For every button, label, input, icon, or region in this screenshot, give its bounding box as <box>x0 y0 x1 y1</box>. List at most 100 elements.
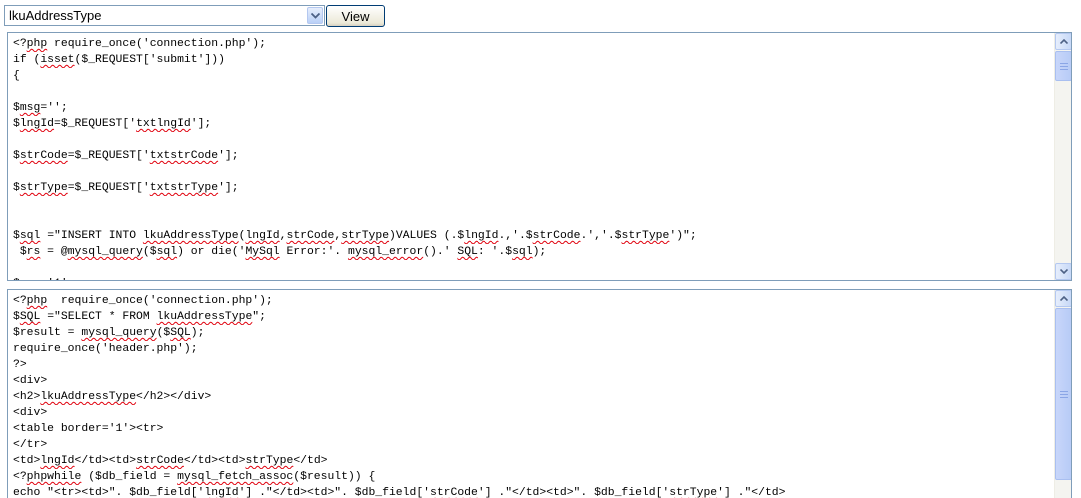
code-token: $ <box>13 118 20 130</box>
select-code-textarea[interactable]: <?php require_once('connection.php'); $SQ… <box>7 289 1072 498</box>
code-token: require_once('header.php'); <box>13 343 198 355</box>
code-line: ?> <box>13 357 1051 373</box>
misspelled-token: isset <box>40 54 75 66</box>
code-token: =$_REQUEST[' <box>67 150 150 162</box>
misspelled-token: strCode <box>19 150 68 162</box>
code-token: <? <box>13 295 27 307</box>
code-token: ']; <box>218 182 239 194</box>
view-button[interactable]: View <box>326 5 385 27</box>
scroll-down-button[interactable] <box>1055 263 1071 280</box>
code-line: <h2>lkuAddressType</h2></div> <box>13 389 1051 405</box>
code-line: $strCode=$_REQUEST['txtstrCode']; <box>13 148 1051 164</box>
misspelled-token: phpwhile <box>26 471 82 483</box>
code-token: echo "<tr><td>". $db_field[' <box>13 487 205 498</box>
code-line: $SQL ="SELECT * FROM lkuAddressType"; <box>13 309 1051 325</box>
code-token: ); <box>532 246 547 258</box>
code-token: =$_REQUEST[' <box>67 182 150 194</box>
misspelled-token: lngId <box>40 455 75 467</box>
misspelled-token: lkuAddressType <box>142 230 239 242</box>
code-line: $sql ="INSERT INTO lkuAddressType(lngId,… <box>13 228 1051 244</box>
code-token: if ( <box>13 54 41 66</box>
code-token: =$_REQUEST[' <box>54 118 137 130</box>
select-code-scrollbar[interactable] <box>1054 290 1071 498</box>
table-select[interactable]: lkuAddressType <box>4 5 325 26</box>
code-token: </td><td> <box>183 455 246 467</box>
code-token: <div> <box>13 375 48 387</box>
code-token: ($ <box>156 327 171 339</box>
insert-code-content: <?php require_once('connection.php'); if … <box>13 36 1051 280</box>
code-line: echo "<tr><td>". $db_field['lngId'] ."</… <box>13 485 1051 498</box>
chevron-down-icon[interactable] <box>307 7 323 24</box>
code-token: <td> <box>13 455 41 467</box>
misspelled-token: php <box>26 38 48 50</box>
code-token: { <box>13 70 20 82</box>
misspelled-token: rs <box>26 246 41 258</box>
code-line: <?php require_once('connection.php'); <box>13 36 1051 52</box>
code-token: <div> <box>13 407 48 419</box>
misspelled-token: strType <box>19 182 68 194</box>
code-token: </td> <box>293 455 328 467</box>
code-line: <table border='1'><tr> <box>13 421 1051 437</box>
code-token: =''; <box>40 102 68 114</box>
misspelled-token: sql <box>156 246 178 258</box>
misspelled-token: msg <box>19 102 41 114</box>
code-line: $msg=''; <box>13 100 1051 116</box>
misspelled-token: mysql_error <box>347 246 424 258</box>
misspelled-token: strCode <box>136 455 184 467</box>
misspelled-token: mysql_query <box>81 327 157 339</box>
misspelled-token: sql <box>19 230 41 242</box>
misspelled-token: strCode <box>286 230 335 242</box>
code-line: require_once('header.php'); <box>13 341 1051 357</box>
code-token: .,'.$ <box>498 230 533 242</box>
misspelled-token: SQL <box>19 311 41 323</box>
insert-code-textarea[interactable]: <?php require_once('connection.php'); if … <box>7 32 1072 281</box>
code-token: $ <box>13 311 20 323</box>
misspelled-token: txtstrCode <box>149 150 219 162</box>
code-line: { <box>13 68 1051 84</box>
code-token: $ <box>13 278 20 280</box>
scroll-up-button[interactable] <box>1055 33 1071 50</box>
code-token: '] ."</td><td>". $db_field[' <box>477 487 670 498</box>
code-line: if (isset($_REQUEST['submit'])) <box>13 52 1051 68</box>
code-line: <div> <box>13 373 1051 389</box>
code-line: $msg='1'; <box>13 276 1051 280</box>
misspelled-token: msg <box>20 278 41 280</box>
misspelled-token: txtlngId <box>136 118 191 130</box>
misspelled-token: lkuAddressType <box>40 391 137 403</box>
misspelled-token: strType <box>621 230 670 242</box>
code-token: ($_REQUEST['submit'])) <box>74 54 225 66</box>
code-token: .','.$ <box>580 230 622 242</box>
code-token: ().' <box>423 246 458 258</box>
code-token: </h2></div> <box>136 391 212 403</box>
scroll-thumb[interactable] <box>1055 51 1071 81</box>
code-token: ); <box>190 327 205 339</box>
code-line: $rs = @mysql_query($sql) or die('MySql E… <box>13 244 1051 260</box>
code-line: $strType=$_REQUEST['txtstrType']; <box>13 180 1051 196</box>
code-token: $ <box>13 182 20 194</box>
code-token: <? <box>13 471 27 483</box>
misspelled-token: strType <box>341 230 390 242</box>
code-token: ='1'; <box>40 278 74 280</box>
misspelled-token: lngId <box>204 487 239 498</box>
code-token: ')"; <box>669 230 697 242</box>
code-token: require_once('connection.php'); <box>47 38 266 50</box>
code-line: <?php require_once('connection.php'); <box>13 293 1051 309</box>
misspelled-token: SQL <box>457 246 478 258</box>
misspelled-token: lngId <box>464 230 499 242</box>
code-token: '] ."</td><td>". $db_field[' <box>238 487 430 498</box>
code-token: = @ <box>40 246 68 258</box>
code-token: require_once('connection.php'); <box>47 295 273 307</box>
code-token: </tr> <box>13 439 48 451</box>
code-line: <?phpwhile ($db_field = mysql_fetch_asso… <box>13 469 1051 485</box>
misspelled-token: php <box>26 295 48 307</box>
code-line: </tr> <box>13 437 1051 453</box>
insert-code-scrollbar[interactable] <box>1054 33 1071 280</box>
code-token: <table border='1'><tr> <box>13 423 164 435</box>
code-line: $result = mysql_query($SQL); <box>13 325 1051 341</box>
scroll-up-button[interactable] <box>1055 290 1071 307</box>
scroll-thumb[interactable] <box>1055 308 1071 480</box>
code-token: ($result)) { <box>293 471 376 483</box>
